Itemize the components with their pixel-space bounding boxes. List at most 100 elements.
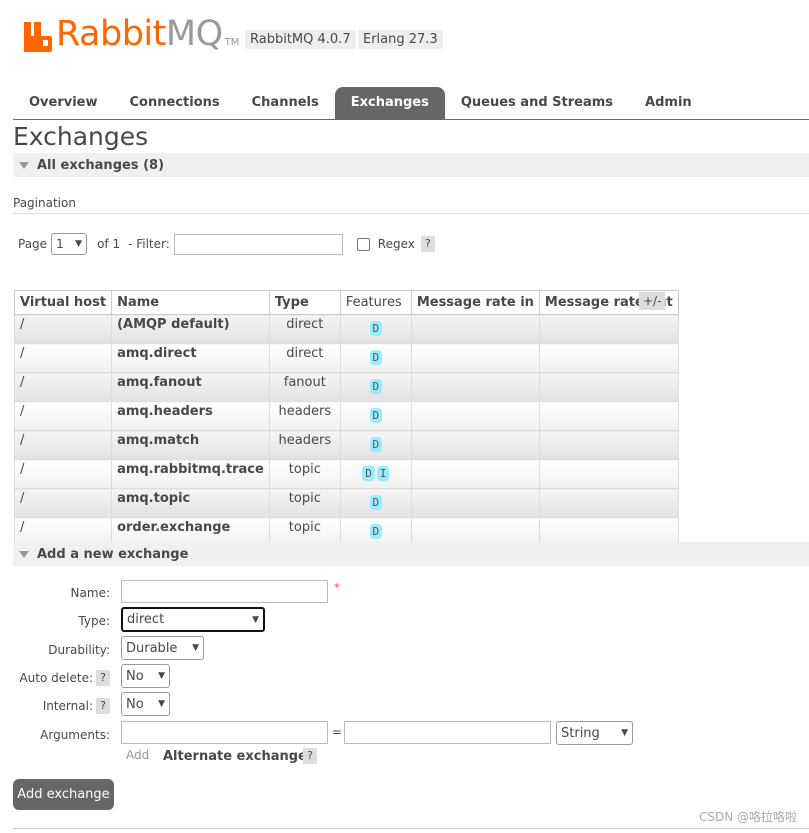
filter-label: - Filter: [128, 237, 170, 251]
watermark: CSDN @咯拉咯啦 [698, 810, 797, 824]
auto-delete-label: Auto delete: [19, 671, 93, 685]
tab-queues-and-streams[interactable]: Queues and Streams [445, 87, 629, 119]
add-exchange-button[interactable]: Add exchange [13, 779, 114, 810]
chevron-down-icon: ▼ [158, 671, 165, 681]
regex-help-icon[interactable]: ? [420, 236, 435, 252]
page-select[interactable]: 1 ▼ [51, 233, 88, 255]
col-type[interactable]: Type [268, 290, 341, 315]
exchange-name-link[interactable]: amq.direct [111, 343, 270, 373]
rate-in-cell [410, 430, 540, 460]
table-row: / amq.headers headers D [13, 401, 679, 431]
table-row: / amq.match headers D [13, 430, 679, 460]
rate-in-cell [410, 314, 540, 344]
page-label: Page [18, 237, 48, 251]
col-name[interactable]: Name [111, 290, 270, 315]
pagination-controls: Page 1 ▼ of 1 - Filter: Regex ? [18, 232, 435, 256]
alternate-exchange-link[interactable]: Alternate exchange [163, 749, 307, 764]
bottom-divider [13, 828, 809, 829]
chevron-down-icon: ▼ [75, 239, 83, 249]
add-exchange-toggle[interactable]: Add a new exchange [13, 542, 809, 566]
feature-badge: D [362, 466, 375, 481]
all-exchanges-heading: All exchanges (8) [37, 157, 165, 173]
page-count: of 1 [97, 237, 121, 251]
feature-badge: D [369, 495, 383, 510]
required-marker: * [334, 581, 340, 594]
tab-overview[interactable]: Overview [13, 87, 114, 119]
rate-out-cell [538, 372, 679, 402]
page-title: Exchanges [13, 122, 149, 151]
trademark: TM [224, 37, 240, 48]
auto-delete-help-icon[interactable]: ? [96, 670, 110, 686]
type-cell: topic [268, 459, 341, 489]
exchange-name-link[interactable]: amq.fanout [111, 372, 270, 402]
rate-out-cell [538, 343, 679, 373]
type-cell: headers [268, 430, 341, 460]
pagination-divider [13, 213, 809, 214]
table-header-row: Virtual host Name Type Features Message … [13, 290, 679, 315]
internal-label: Internal: [42, 699, 93, 713]
collapse-triangle-icon [19, 550, 29, 558]
filter-input[interactable] [173, 233, 343, 255]
exchanges-table: Virtual host Name Type Features Message … [13, 290, 679, 547]
table-row: / amq.topic topic D [13, 488, 679, 518]
add-exchange-heading: Add a new exchange [37, 546, 189, 562]
tab-exchanges[interactable]: Exchanges [334, 87, 445, 119]
regex-label: Regex [377, 237, 415, 251]
exchange-name-link[interactable]: amq.match [111, 430, 270, 460]
all-exchanges-toggle[interactable]: All exchanges (8) [13, 153, 809, 177]
features-cell: DI [339, 459, 412, 489]
col-virtual-host[interactable]: Virtual host [13, 290, 113, 315]
rate-in-cell [410, 459, 540, 489]
internal-help-icon[interactable]: ? [96, 698, 110, 714]
alternate-exchange-help-icon[interactable]: ? [303, 748, 317, 764]
features-cell: D [339, 343, 412, 373]
features-cell: D [339, 372, 412, 402]
table-row: / amq.fanout fanout D [13, 372, 679, 402]
exchange-name-link[interactable]: amq.headers [111, 401, 270, 431]
erlang-version: Erlang 27.3 [358, 30, 443, 49]
feature-badge: D [369, 524, 383, 539]
argument-type-select[interactable]: String ▼ [556, 721, 633, 745]
rabbitmq-logo: RabbitMQ TM [24, 12, 239, 52]
durability-label: Durability: [48, 643, 110, 657]
columns-toggle-button[interactable]: +/- [639, 292, 666, 310]
main-nav-tabs: Overview Connections Channels Exchanges … [13, 87, 809, 120]
rate-out-cell [538, 314, 679, 344]
exchange-name-link[interactable]: amq.rabbitmq.trace [111, 459, 270, 489]
type-cell: topic [268, 488, 341, 518]
feature-badge: D [369, 321, 383, 336]
tab-channels[interactable]: Channels [236, 87, 335, 119]
regex-checkbox[interactable] [356, 237, 370, 251]
add-argument-link[interactable]: Add [126, 748, 149, 762]
tab-admin[interactable]: Admin [629, 87, 708, 119]
internal-select[interactable]: No ▼ [121, 692, 170, 716]
rabbitmq-version: RabbitMQ 4.0.7 [245, 30, 356, 49]
col-features: Features [339, 290, 412, 315]
vhost-cell: / [13, 430, 113, 460]
logo-wordmark: RabbitMQ [56, 14, 223, 54]
durability-select[interactable]: Durable ▼ [121, 636, 204, 660]
exchange-name-input[interactable] [121, 580, 328, 603]
feature-badge: I [376, 466, 390, 481]
vhost-cell: / [13, 314, 113, 344]
rate-in-cell [410, 401, 540, 431]
tab-connections[interactable]: Connections [114, 87, 236, 119]
feature-badge: D [369, 379, 383, 394]
exchange-name-link[interactable]: (AMQP default) [111, 314, 270, 344]
name-label: Name: [70, 586, 110, 600]
rate-out-cell [538, 459, 679, 489]
auto-delete-select[interactable]: No ▼ [121, 664, 170, 688]
chevron-down-icon: ▼ [158, 699, 165, 709]
argument-key-input[interactable] [121, 721, 328, 744]
rate-out-cell [538, 430, 679, 460]
argument-equals: = [332, 725, 343, 739]
rate-in-cell [410, 343, 540, 373]
chevron-down-icon: ▼ [252, 614, 259, 625]
feature-badge: D [369, 408, 383, 423]
rabbitmq-logo-icon [24, 22, 52, 52]
argument-value-input[interactable] [344, 721, 551, 744]
exchange-name-link[interactable]: amq.topic [111, 488, 270, 518]
exchange-type-select[interactable]: direct ▼ [121, 607, 265, 632]
col-message-rate-in[interactable]: Message rate in [410, 290, 540, 315]
type-label: Type: [78, 614, 110, 628]
